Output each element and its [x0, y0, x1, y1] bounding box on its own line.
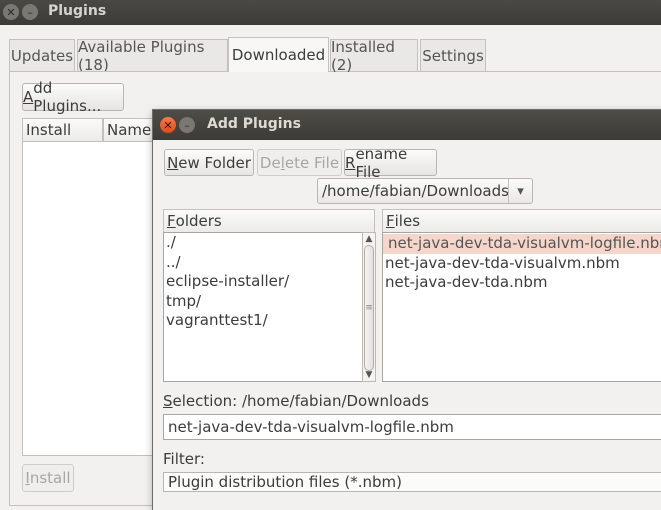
folder-item[interactable]: eclipse-installer/	[164, 272, 362, 292]
main-minimize-button[interactable]: –	[22, 4, 38, 20]
tab-updates[interactable]: Updates	[9, 39, 75, 71]
selection-label: Selection: /home/fabian/Downloads	[163, 392, 429, 410]
tab-label: Downloaded	[231, 46, 326, 64]
add-plugins-dialog: ✕ – Add Plugins New Folder De l ete File R…	[153, 110, 661, 510]
tab-downloaded[interactable]: Downloaded	[228, 37, 329, 72]
selection-input[interactable]: net-java-dev-tda-visualvm-logfile.nbm	[163, 414, 661, 440]
tab-installed[interactable]: Installed (2)	[330, 37, 418, 74]
file-item-selected[interactable]: net-java-dev-tda-visualvm-logfile.nbm	[383, 234, 661, 254]
filter-label: Filter:	[163, 450, 205, 468]
grip-icon: ≡	[365, 303, 373, 313]
tab-label: Available Plugins (18)	[78, 37, 205, 74]
folder-item[interactable]: ../	[164, 253, 362, 273]
scroll-down-icon[interactable]: ▼	[363, 370, 375, 380]
path-dropdown[interactable]: /home/fabian/Downloads ▾	[317, 178, 533, 204]
filter-dropdown[interactable]: Plugin distribution files (*.nbm)	[163, 472, 661, 492]
tab-settings[interactable]: Settings	[420, 39, 486, 71]
tab-label: Installed (2)	[331, 37, 395, 74]
chevron-down-icon: ▾	[508, 179, 532, 203]
install-button[interactable]: Install	[22, 464, 74, 492]
tab-available-plugins[interactable]: Available Plugins (18)	[77, 37, 228, 74]
tab-label: Settings	[422, 46, 484, 65]
minimize-icon: –	[27, 5, 33, 19]
new-folder-button[interactable]: New Folder	[164, 149, 254, 176]
window-title: Plugins	[48, 3, 107, 19]
main-close-button[interactable]: ✕	[3, 4, 19, 20]
rename-file-button[interactable]: Rename File	[344, 145, 437, 181]
add-plugins-button[interactable]: Add Plugins...	[22, 79, 124, 115]
path-value: /home/fabian/Downloads	[322, 182, 509, 200]
delete-file-button[interactable]: De l ete File	[257, 149, 342, 176]
folder-item[interactable]: vagranttest1/	[164, 311, 362, 331]
downloaded-plugins-table[interactable]	[22, 141, 162, 456]
files-list[interactable]: net-java-dev-tda-visualvm-logfile.nbm ne…	[382, 232, 661, 382]
dialog-minimize-button[interactable]: –	[179, 117, 195, 133]
dialog-close-button[interactable]: ✕	[160, 117, 176, 133]
folder-item[interactable]: tmp/	[164, 292, 362, 312]
folders-scroll-thumb[interactable]: ≡	[364, 245, 374, 371]
dialog-title: Add Plugins	[207, 116, 301, 132]
files-header: Files	[382, 209, 661, 233]
file-item[interactable]: net-java-dev-tda.nbm	[383, 273, 661, 293]
column-header-install[interactable]: Install	[22, 118, 103, 142]
tab-label: Updates	[10, 46, 74, 65]
file-item[interactable]: net-java-dev-tda-visualvm.nbm	[383, 254, 661, 274]
folders-header: Folders	[163, 209, 375, 233]
close-icon: ✕	[6, 5, 16, 19]
folder-item[interactable]: ./	[164, 233, 362, 253]
minimize-icon: –	[184, 118, 190, 132]
scroll-up-icon[interactable]: ▲	[363, 234, 375, 244]
close-icon: ✕	[163, 118, 173, 132]
folders-list[interactable]: ./ ../ eclipse-installer/ tmp/ vagrantte…	[163, 232, 363, 382]
folders-scrollbar[interactable]: ▲ ≡ ▼	[362, 232, 376, 382]
